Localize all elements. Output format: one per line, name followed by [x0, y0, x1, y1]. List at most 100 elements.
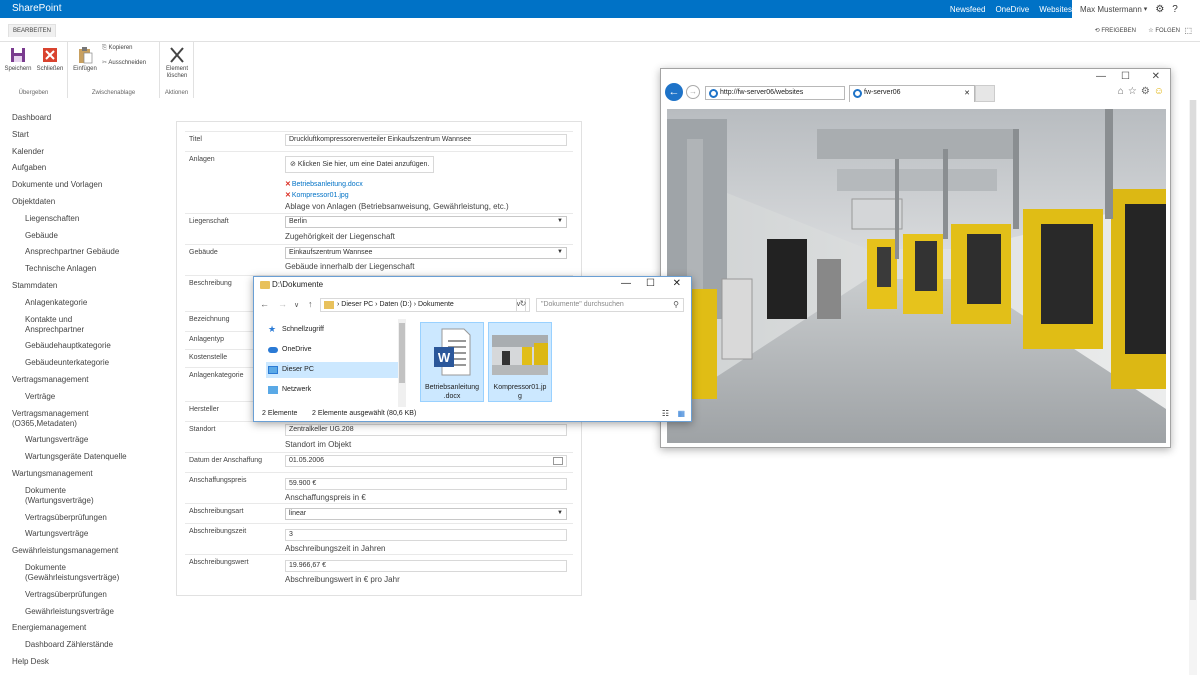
nav-item[interactable]: Objektdaten	[12, 197, 162, 207]
minimize-icon[interactable]: —	[1096, 71, 1106, 82]
nav-item[interactable]: Wartungsverträge	[12, 435, 162, 445]
new-tab-button[interactable]	[975, 85, 995, 102]
sidebar-item-schnellzugriff[interactable]: ★ Schnellzugriff	[266, 322, 398, 338]
user-name[interactable]: Max Mustermann	[1080, 5, 1142, 14]
back-arrow-icon[interactable]: ←	[665, 83, 683, 101]
nav-item[interactable]: Dashboard Zählerstände	[12, 640, 162, 650]
refresh-icon[interactable]: ↻	[516, 298, 530, 312]
minimize-icon[interactable]: —	[621, 278, 631, 289]
nav-item[interactable]: Vertragsmanagement	[12, 375, 162, 385]
nav-item[interactable]: Energiemanagement	[12, 623, 162, 633]
gebaeude-select[interactable]: Einkaufszentrum Wannsee ▼	[285, 247, 567, 259]
forward-arrow-icon[interactable]: →	[278, 299, 287, 309]
nav-item[interactable]: Anlagenkategorie	[12, 298, 162, 308]
suite-link-newsfeed[interactable]: Newsfeed	[950, 5, 986, 14]
recent-chevron-icon[interactable]: ∨	[294, 301, 299, 309]
preis-input[interactable]: 59.900 €	[285, 478, 567, 490]
nav-item[interactable]: Ansprechpartner Gebäude	[12, 247, 162, 257]
nav-item[interactable]: Gebäude	[12, 231, 162, 241]
nav-item[interactable]: Stammdaten	[12, 281, 162, 291]
attachment-item[interactable]: ✕Kompressor01.jpg	[285, 191, 349, 199]
abschreibungsart-select[interactable]: linear ▼	[285, 508, 567, 520]
large-icons-view-icon[interactable]: ▦	[677, 409, 685, 418]
back-arrow-icon[interactable]: ←	[260, 299, 269, 309]
abschreibungswert-input[interactable]: 19.966,67 €	[285, 560, 567, 572]
forward-arrow-icon[interactable]: →	[686, 85, 700, 99]
nav-item[interactable]: Liegenschaften	[12, 214, 162, 224]
nav-item[interactable]: Kalender	[12, 147, 162, 157]
breadcrumb-item[interactable]: Dokumente	[418, 301, 454, 308]
browser-address-bar[interactable]: http://fw-server06/websites	[705, 86, 845, 100]
nav-item[interactable]: Vertragsüberprüfungen	[12, 590, 162, 600]
browser-tab[interactable]: fw-server06 ✕	[849, 85, 975, 102]
nav-item[interactable]: Start	[12, 130, 162, 140]
suite-link-onedrive[interactable]: OneDrive	[995, 5, 1029, 14]
nav-item[interactable]: Dokumente (Gewährleistungsverträge)	[12, 563, 124, 583]
file-item-docx[interactable]: W Betriebsanleitung .docx	[420, 322, 484, 402]
nav-item[interactable]: Dokumente und Vorlagen	[12, 180, 162, 190]
sidebar-item-netzwerk[interactable]: Netzwerk	[266, 382, 398, 398]
follow-button[interactable]: ☆ FOLGEN	[1148, 27, 1180, 34]
details-view-icon[interactable]: ☷	[662, 409, 669, 418]
nav-item[interactable]: Gebäudehauptkategorie	[12, 341, 162, 351]
breadcrumb-item[interactable]: Daten (D:)	[379, 301, 411, 308]
smiley-icon[interactable]: ☺	[1154, 86, 1164, 97]
share-button[interactable]: ⟲ FREIGEBEN	[1095, 27, 1136, 34]
paste-button[interactable]: Einfügen	[70, 46, 100, 72]
attachment-item[interactable]: ✕Betriebsanleitung.docx	[285, 180, 363, 188]
standort-input[interactable]: Zentralkeller UG.208	[285, 424, 567, 436]
help-icon[interactable]: ?	[1172, 4, 1178, 15]
explorer-address-bar[interactable]: › Dieser PC › Daten (D:) › Dokumente ∨	[320, 298, 526, 312]
attach-file-button[interactable]: ⊘ Klicken Sie hier, um eine Datei anzufü…	[285, 156, 435, 173]
breadcrumb-item[interactable]: Dieser PC	[341, 301, 373, 308]
home-icon[interactable]: ⌂	[1118, 86, 1124, 97]
file-item-jpg[interactable]: Kompressor01.jp g	[488, 322, 552, 402]
ribbon-tab-bearbeiten[interactable]: BEARBEITEN	[8, 24, 57, 37]
calendar-icon[interactable]	[553, 457, 563, 465]
user-chevron-icon[interactable]: ▾	[1144, 5, 1148, 13]
nav-item[interactable]: Help Desk	[12, 657, 162, 667]
scrollbar-thumb[interactable]	[399, 323, 405, 383]
nav-item[interactable]: Wartungsverträge	[12, 529, 162, 539]
save-button[interactable]: Speichern	[3, 46, 33, 72]
nav-item[interactable]: Wartungsmanagement	[12, 469, 162, 479]
delete-attachment-icon[interactable]: ✕	[285, 181, 291, 188]
explorer-search-input[interactable]: "Dokumente" durchsuchen ⚲	[536, 298, 684, 312]
nav-item[interactable]: Verträge	[12, 392, 162, 402]
close-tab-icon[interactable]: ✕	[964, 89, 970, 97]
nav-item[interactable]: Gebäudeunterkategorie	[12, 358, 162, 368]
tools-gear-icon[interactable]: ⚙	[1141, 86, 1150, 97]
close-button[interactable]: Schließen	[35, 46, 65, 72]
settings-gear-icon[interactable]: ⚙	[1155, 4, 1164, 15]
nav-item[interactable]: Dashboard	[12, 113, 162, 123]
copy-button[interactable]: ⎘ Kopieren	[102, 45, 133, 52]
close-window-icon[interactable]: ✕	[1152, 71, 1160, 82]
nav-item[interactable]: Gewährleistungsverträge	[12, 607, 162, 617]
titel-input[interactable]: Druckluftkompressorenverteiler Einkaufsz…	[285, 134, 567, 146]
nav-item[interactable]: Technische Anlagen	[12, 264, 162, 274]
abschreibungszeit-input[interactable]: 3	[285, 529, 567, 541]
favorites-star-icon[interactable]: ☆	[1128, 86, 1137, 97]
sidebar-item-dieser-pc[interactable]: Dieser PC	[266, 362, 398, 378]
delete-item-button[interactable]: Element löschen	[162, 46, 192, 80]
nav-item[interactable]: Aufgaben	[12, 163, 162, 173]
close-window-icon[interactable]: ✕	[673, 278, 681, 289]
attachment-name[interactable]: Betriebsanleitung.docx	[292, 181, 363, 188]
maximize-icon[interactable]: ☐	[1121, 71, 1130, 82]
page-scrollbar[interactable]	[1189, 100, 1197, 675]
sidebar-item-onedrive[interactable]: OneDrive	[266, 342, 398, 358]
focus-content-icon[interactable]: ⬚	[1184, 26, 1192, 35]
liegenschaft-select[interactable]: Berlin ▼	[285, 216, 567, 228]
nav-item[interactable]: Vertragsmanagement (O365,Metadaten)	[12, 409, 124, 429]
nav-item[interactable]: Gewährleistungsmanagement	[12, 546, 162, 556]
page-scrollbar-thumb[interactable]	[1190, 100, 1196, 600]
nav-item[interactable]: Wartungsgeräte Datenquelle	[12, 452, 162, 462]
app-brand[interactable]: SharePoint	[12, 3, 61, 14]
nav-item[interactable]: Kontakte und Ansprechpartner	[12, 315, 124, 335]
nav-item[interactable]: Dokumente (Wartungsverträge)	[12, 486, 124, 506]
attachment-name[interactable]: Kompressor01.jpg	[292, 192, 349, 199]
sidebar-scrollbar[interactable]	[398, 319, 406, 407]
cut-button[interactable]: ✂ Ausschneiden	[102, 59, 146, 66]
delete-attachment-icon[interactable]: ✕	[285, 192, 291, 199]
anschaffung-date-input[interactable]: 01.05.2006	[285, 455, 567, 467]
